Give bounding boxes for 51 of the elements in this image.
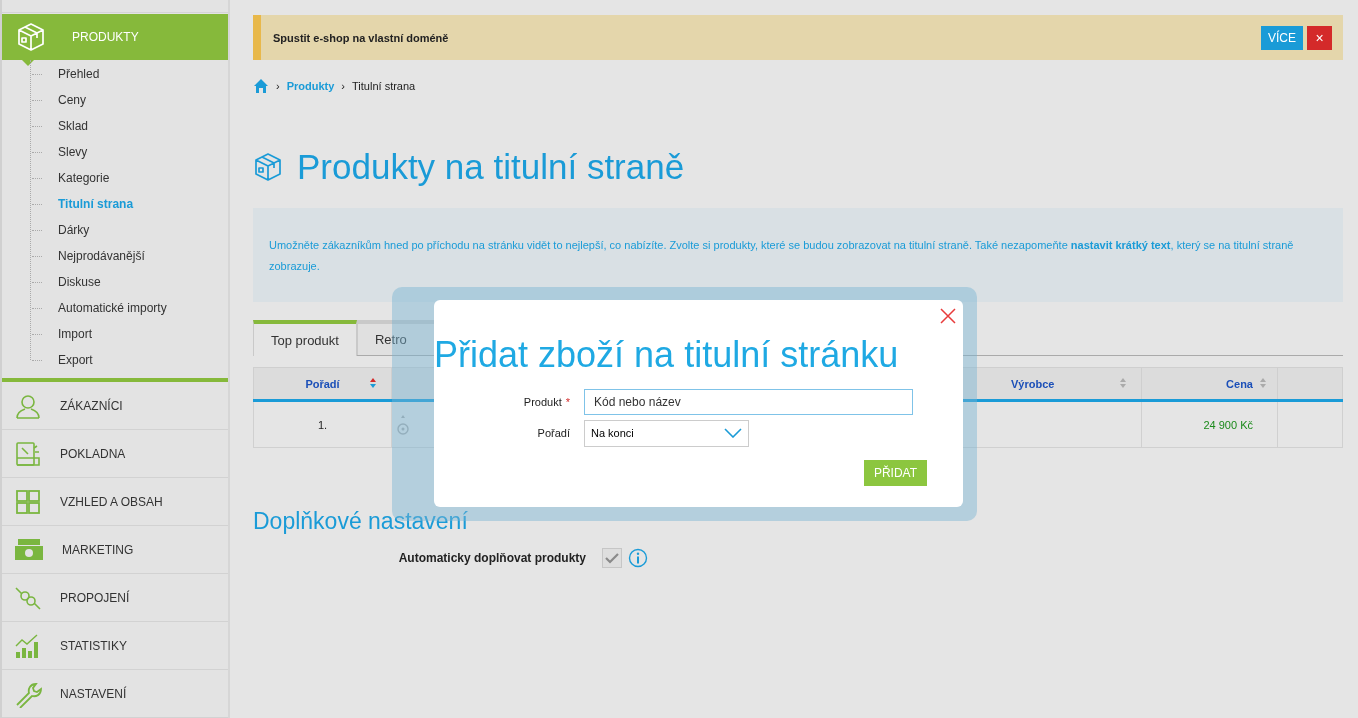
field-label: Produkt * bbox=[522, 396, 571, 408]
sidebar-item[interactable]: Kategorie bbox=[58, 171, 110, 185]
close-icon[interactable] bbox=[940, 308, 956, 324]
product-input[interactable]: Kód nebo název bbox=[584, 389, 913, 415]
sidebar-section[interactable]: POKLADNA bbox=[2, 430, 228, 478]
grid-icon bbox=[14, 487, 42, 516]
sort-icon[interactable] bbox=[1119, 377, 1127, 389]
sidebar-section[interactable]: PROPOJENÍ bbox=[2, 574, 228, 622]
table-cell: 1. bbox=[253, 400, 392, 448]
sidebar-item[interactable]: Přehled bbox=[58, 67, 100, 81]
info-icon[interactable] bbox=[628, 548, 648, 568]
sidebar-item[interactable]: Ceny bbox=[58, 93, 86, 107]
box-icon bbox=[253, 152, 283, 182]
sidebar-item[interactable]: Sklad bbox=[58, 119, 89, 133]
table-cell: 24 900 Kč bbox=[1141, 400, 1278, 448]
sidebar-section[interactable]: ZÁKAZNÍCI bbox=[2, 382, 228, 430]
home-icon[interactable] bbox=[253, 78, 269, 94]
tab[interactable]: Top produkt bbox=[253, 320, 357, 356]
sidebar-item[interactable]: Import bbox=[58, 327, 92, 341]
sidebar-section[interactable]: MARKETING bbox=[2, 526, 228, 574]
sidebar-item[interactable]: Diskuse bbox=[58, 275, 101, 289]
sidebar-item[interactable]: Nejprodávanější bbox=[58, 249, 145, 263]
column-header[interactable]: Pořadí bbox=[253, 367, 392, 401]
breadcrumb-separator: › bbox=[341, 80, 346, 92]
breadcrumb-current: Titulní strana bbox=[352, 80, 416, 92]
sidebar-item[interactable]: Automatické importy bbox=[58, 301, 167, 315]
section-heading: Doplňkové nastavení bbox=[253, 508, 469, 534]
option-label: Automaticky doplňovat produkty bbox=[397, 551, 587, 565]
info-text: Umožněte zákazníkům hned po příchodu na stránku vidět to nejlepší, co nabízíte. Zvolte si produkty, které se budou zobrazovat na titulní straně. Také nezapomeňte nastavit krátký text, který se na titulní straně zobrazuje. bbox=[253, 208, 1343, 302]
cash-register-icon bbox=[14, 439, 42, 468]
column-header[interactable]: Výrobce bbox=[962, 367, 1142, 401]
drag-handle-icon[interactable] bbox=[396, 413, 410, 436]
banner-text: Spustit e-shop na vlastní doméně bbox=[273, 31, 450, 44]
sidebar-section[interactable]: NASTAVENÍ bbox=[2, 670, 228, 718]
sidebar-item[interactable]: Slevy bbox=[58, 145, 88, 159]
column-header[interactable]: Cena bbox=[1141, 367, 1278, 401]
dialog-title: Přidat zboží na titulní stránku bbox=[434, 334, 900, 376]
sidebar-item[interactable]: Dárky bbox=[58, 223, 90, 237]
page-title: Produkty na titulní straně bbox=[297, 147, 685, 187]
sidebar-item[interactable]: Export bbox=[58, 353, 93, 367]
sort-icon[interactable] bbox=[1259, 377, 1267, 389]
sidebar-section[interactable]: STATISTIKY bbox=[2, 622, 228, 670]
sidebar-section[interactable]: VZHLED A OBSAH bbox=[2, 478, 228, 526]
sort-icon[interactable] bbox=[369, 377, 377, 389]
check-icon bbox=[605, 552, 619, 564]
box-icon bbox=[16, 22, 46, 52]
order-dropdown[interactable]: Na konci bbox=[584, 419, 749, 447]
field-label: Pořadí bbox=[536, 427, 571, 439]
close-button[interactable]: × bbox=[1307, 25, 1332, 50]
breadcrumb-separator: › bbox=[276, 80, 280, 92]
chevron-down-icon bbox=[724, 428, 742, 438]
